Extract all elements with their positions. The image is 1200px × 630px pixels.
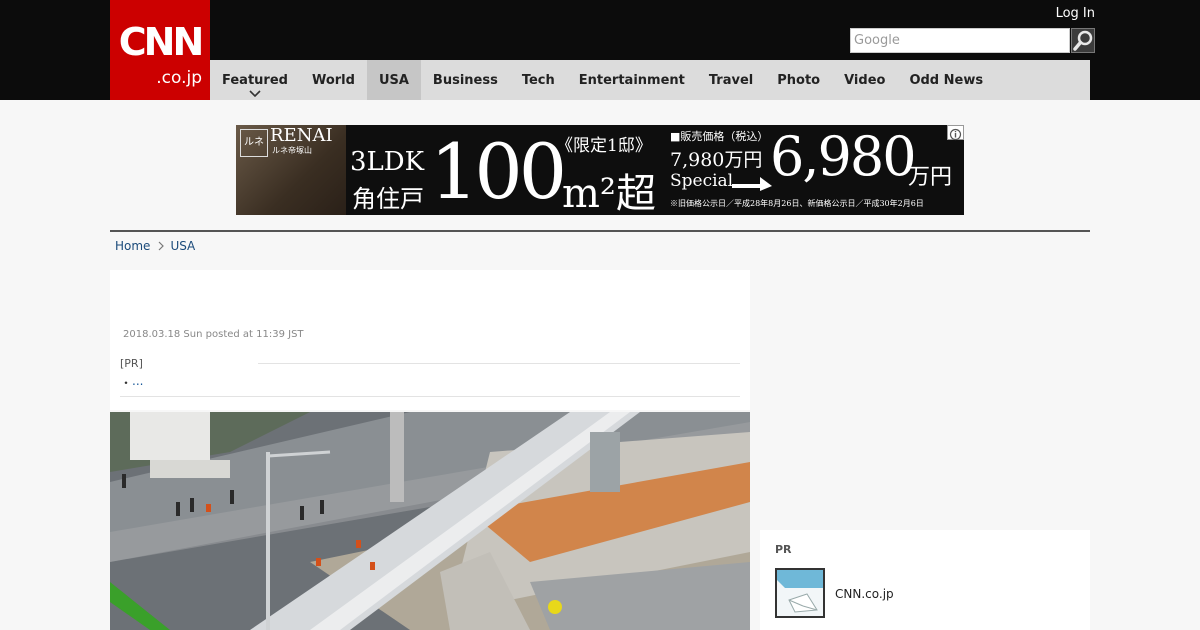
article-date: 2018.03.18 Sun posted at 11:39 JST	[123, 329, 304, 340]
ad-special: Special	[670, 171, 734, 191]
search-button[interactable]	[1071, 28, 1095, 53]
pr-divider-bottom	[120, 396, 740, 397]
article-photo[interactable]	[110, 412, 750, 630]
ad-new-price: 6,980	[770, 125, 917, 188]
nav-world[interactable]: World	[300, 60, 367, 100]
login-link[interactable]: Log In	[1040, 5, 1095, 23]
ad-size-unit: m²超	[562, 171, 656, 215]
pr-label: [PR]	[120, 357, 143, 370]
search-box	[850, 28, 1070, 53]
nav-video[interactable]: Video	[832, 60, 897, 100]
search-input[interactable]	[851, 29, 1069, 52]
sidebar-pr-widget: PR CNN.co.jp	[760, 530, 1090, 630]
pr-link[interactable]: ...	[132, 374, 143, 388]
ad-brand-sub: ルネ帝塚山	[272, 146, 312, 155]
sidebar-pr-label: PR	[775, 543, 792, 556]
main-nav: Featured World USA Business Tech Enterta…	[210, 60, 1090, 100]
section-divider	[110, 230, 1090, 232]
adchoices-icon[interactable]	[947, 125, 964, 141]
ad-size-number: 100	[430, 127, 567, 215]
ad-arrow-icon	[732, 177, 772, 191]
pr-bullet: ・	[120, 376, 133, 390]
nav-entertainment[interactable]: Entertainment	[567, 60, 697, 100]
nav-business[interactable]: Business	[421, 60, 510, 100]
cnn-logo[interactable]: CNN .co.jp	[110, 0, 210, 100]
ad-banner[interactable]: ルネ RENAI ルネ帝塚山 3LDK 角住戸 100 《限定1邸》 m²超 ■…	[236, 125, 964, 215]
logo-domain: .co.jp	[156, 68, 202, 88]
sidebar-pr-link[interactable]: CNN.co.jp	[835, 587, 894, 601]
ad-brand: RENAI	[270, 125, 333, 146]
ad-limited: 《限定1邸》	[556, 136, 652, 156]
nav-photo[interactable]: Photo	[765, 60, 832, 100]
ad-unit-type: 角住戸	[352, 185, 424, 213]
top-header: CNN .co.jp Log In Featured World USA Bus…	[0, 0, 1200, 100]
breadcrumb-home[interactable]: Home	[115, 239, 150, 253]
breadcrumb-usa[interactable]: USA	[170, 239, 195, 253]
ad-brand-mark: ルネ	[240, 129, 268, 157]
bridge-collapse-photo	[110, 412, 750, 630]
ad-footnote: ※旧価格公示日／平成28年8月26日、新価格公示日／平成30年2月6日	[670, 199, 924, 208]
magnifier-icon	[1073, 30, 1093, 51]
pr-divider	[258, 363, 740, 364]
logo-text: CNN	[118, 20, 205, 64]
nav-featured[interactable]: Featured	[210, 60, 300, 100]
nav-tech[interactable]: Tech	[510, 60, 567, 100]
chevron-down-icon	[249, 90, 261, 97]
ad-old-price: 7,980万円	[670, 149, 763, 171]
nav-odd-news[interactable]: Odd News	[897, 60, 995, 100]
nav-usa[interactable]: USA	[366, 60, 421, 100]
image-thumbnail-icon[interactable]	[775, 568, 825, 618]
ad-new-price-unit: 万円	[908, 165, 953, 190]
breadcrumb: Home USA	[115, 237, 195, 255]
ad-price-label: ■販売価格（税込）	[670, 130, 769, 143]
nav-travel[interactable]: Travel	[697, 60, 765, 100]
ad-layout: 3LDK	[350, 147, 425, 177]
chevron-right-icon	[159, 241, 165, 251]
nav-featured-label: Featured	[222, 72, 288, 88]
article-header: 2018.03.18 Sun posted at 11:39 JST [PR] …	[110, 270, 750, 410]
